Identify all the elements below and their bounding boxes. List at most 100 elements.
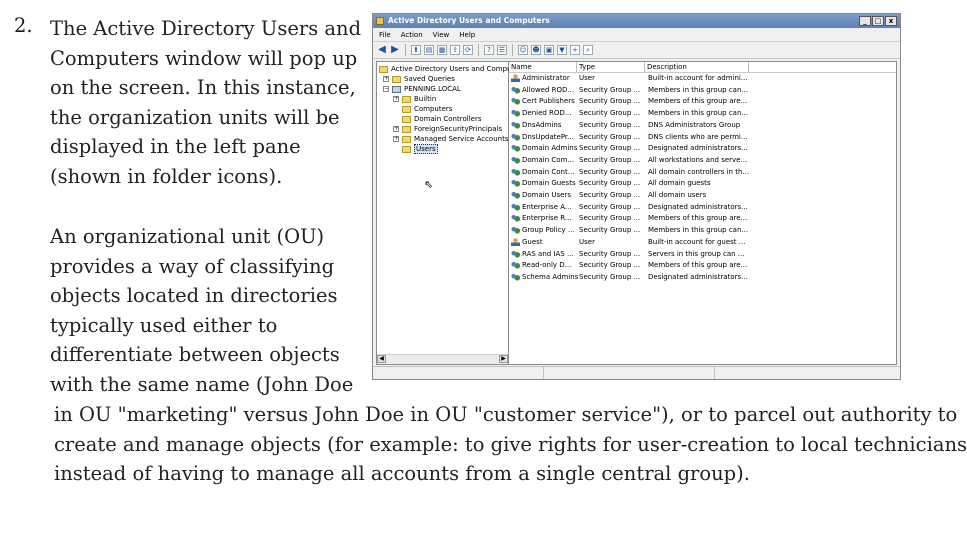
tree-item[interactable]: + Saved Queries <box>383 74 455 84</box>
details-icon[interactable]: ☰ <box>497 45 507 55</box>
table-row[interactable]: Enterprise A... Security Group ... Designa… <box>509 202 896 212</box>
table-row[interactable]: DnsUpdatePr... Security Group ... DNS clie… <box>509 132 896 142</box>
table-row[interactable]: Domain Cont... Security Group ... All doma… <box>509 167 896 177</box>
cell-description: Built-in account for guest ... <box>648 237 746 246</box>
user-icon <box>511 74 520 82</box>
group-icon <box>511 179 520 188</box>
expand-toggle-icon[interactable]: − <box>383 86 389 92</box>
tree-item[interactable]: Active Directory Users and Comput <box>379 64 514 74</box>
new-group-icon[interactable]: ☻ <box>531 45 541 55</box>
maximize-button[interactable]: □ <box>872 16 884 26</box>
table-row[interactable]: Administrator User Built-in account for ad… <box>509 73 896 83</box>
cell-name: RAS and IAS ... <box>522 249 574 258</box>
table-row[interactable]: Guest User Built-in account for guest ... <box>509 237 896 247</box>
menu-help[interactable]: Help <box>459 31 475 39</box>
expand-toggle-icon[interactable]: + <box>393 136 399 142</box>
forward-icon[interactable]: ▶ <box>390 45 400 55</box>
back-icon[interactable]: ◀ <box>377 45 387 55</box>
table-row[interactable]: Group Policy ... Security Group ... Member… <box>509 225 896 235</box>
column-header-type[interactable]: Type <box>577 62 645 72</box>
table-row[interactable]: Read-only D... Security Group ... Members … <box>509 260 896 270</box>
text-line: create and manage objects (for example: … <box>54 432 967 456</box>
refresh-icon[interactable]: ⟳ <box>463 45 473 55</box>
up-folder-icon[interactable]: ⬆ <box>411 45 421 55</box>
domain-icon <box>392 85 401 93</box>
cell-name: Read-only D... <box>522 261 572 270</box>
minimize-button[interactable]: _ <box>859 16 871 26</box>
window-titlebar[interactable]: Active Directory Users and Computers _ □… <box>373 14 900 28</box>
folder-icon <box>402 105 411 113</box>
filter-icon[interactable]: ▼ <box>557 45 567 55</box>
group-icon <box>511 167 520 176</box>
group-icon <box>511 85 520 94</box>
text-line: (shown in folder icons). <box>50 164 283 188</box>
tree-item[interactable]: + ForeignSecurityPrincipals <box>393 124 502 134</box>
tree-item[interactable]: + Managed Service Accounts <box>393 134 508 144</box>
group-icon <box>511 226 520 235</box>
table-row[interactable]: Domain Admins Security Group ... Designate… <box>509 143 896 153</box>
table-row[interactable]: Allowed ROD... Security Group ... Members … <box>509 85 896 95</box>
new-ou-icon[interactable]: ▣ <box>544 45 554 55</box>
add-to-group-icon[interactable]: + <box>570 45 580 55</box>
tree-horizontal-scrollbar[interactable]: ◀ ▶ <box>377 354 508 364</box>
tree-item[interactable]: − PENNING.LOCAL <box>383 84 461 94</box>
cell-description: Members of this group are... <box>648 261 748 270</box>
group-icon <box>511 144 520 153</box>
tree-item-label: Builtin <box>414 95 437 103</box>
table-row[interactable]: RAS and IAS ... Security Group ... Servers… <box>509 249 896 259</box>
folder-icon <box>402 135 411 143</box>
help-icon[interactable]: ? <box>484 45 494 55</box>
toolbar-separator <box>512 44 513 56</box>
console-tree-pane[interactable]: Users + Managed Service Accounts + ForeignSe… <box>376 61 514 365</box>
status-pane-1 <box>373 367 544 379</box>
expand-toggle-icon[interactable]: + <box>393 96 399 102</box>
details-pane[interactable]: Name Type Description Administrator User Bui… <box>509 61 897 365</box>
table-row[interactable]: Denied ROD... Security Group ... Members i… <box>509 108 896 118</box>
table-row[interactable]: Cert Publishers Security Group ... Members… <box>509 96 896 106</box>
cell-type: Security Group ... <box>579 249 641 258</box>
menu-action[interactable]: Action <box>401 31 423 39</box>
cell-type: Security Group ... <box>579 179 641 188</box>
cell-type: Security Group ... <box>579 97 641 106</box>
table-row[interactable]: Domain Com... Security Group ... All works… <box>509 155 896 165</box>
cell-name: Domain Users <box>522 191 571 199</box>
cell-name: Guest <box>522 237 543 246</box>
tree-item[interactable]: + Builtin <box>393 94 436 104</box>
column-header-description[interactable]: Description <box>645 62 749 72</box>
cell-description: All domain controllers in th... <box>648 167 750 176</box>
toolbar-separator <box>478 44 479 56</box>
column-header-name[interactable]: Name <box>509 62 577 72</box>
find-icon[interactable]: ⌕ <box>583 45 593 55</box>
cell-description: Members in this group can... <box>648 109 749 118</box>
table-row[interactable]: Domain Guests Security Group ... All domai… <box>509 178 896 188</box>
expand-toggle-icon[interactable]: + <box>383 76 389 82</box>
tree-item[interactable]: Users <box>393 144 438 154</box>
cell-type: Security Group ... <box>579 155 641 164</box>
expand-toggle-icon[interactable]: + <box>393 126 399 132</box>
table-row[interactable]: Schema Admins Security Group ... Designate… <box>509 272 896 282</box>
new-user-icon[interactable]: ☺ <box>518 45 528 55</box>
table-row[interactable]: DnsAdmins Security Group ... DNS Administr… <box>509 120 896 130</box>
properties-icon[interactable]: ▦ <box>437 45 447 55</box>
menu-bar: File Action View Help <box>373 28 900 42</box>
export-icon[interactable]: ⇪ <box>450 45 460 55</box>
tree-item-label: Active Directory Users and Comput <box>391 65 515 73</box>
cell-description: Designated administrators... <box>648 272 748 281</box>
scroll-right-icon[interactable]: ▶ <box>499 355 508 363</box>
console-tree-icon[interactable]: ▤ <box>424 45 434 55</box>
close-button[interactable]: x <box>885 16 897 26</box>
tree-item[interactable]: Computers <box>393 104 452 114</box>
group-icon <box>511 97 520 106</box>
table-row[interactable]: Domain Users Security Group ... All domain… <box>509 190 896 200</box>
cell-description: Members of this group are... <box>648 97 748 106</box>
text-line: An organizational unit (OU) <box>50 225 325 248</box>
cell-description: DNS Administrators Group <box>648 120 741 129</box>
menu-file[interactable]: File <box>379 31 391 39</box>
scroll-left-icon[interactable]: ◀ <box>377 355 386 363</box>
table-row[interactable]: Enterprise R... Security Group ... Members… <box>509 213 896 223</box>
group-icon <box>511 191 520 199</box>
tree-item[interactable]: Domain Controllers <box>393 114 481 124</box>
menu-view[interactable]: View <box>433 31 450 39</box>
